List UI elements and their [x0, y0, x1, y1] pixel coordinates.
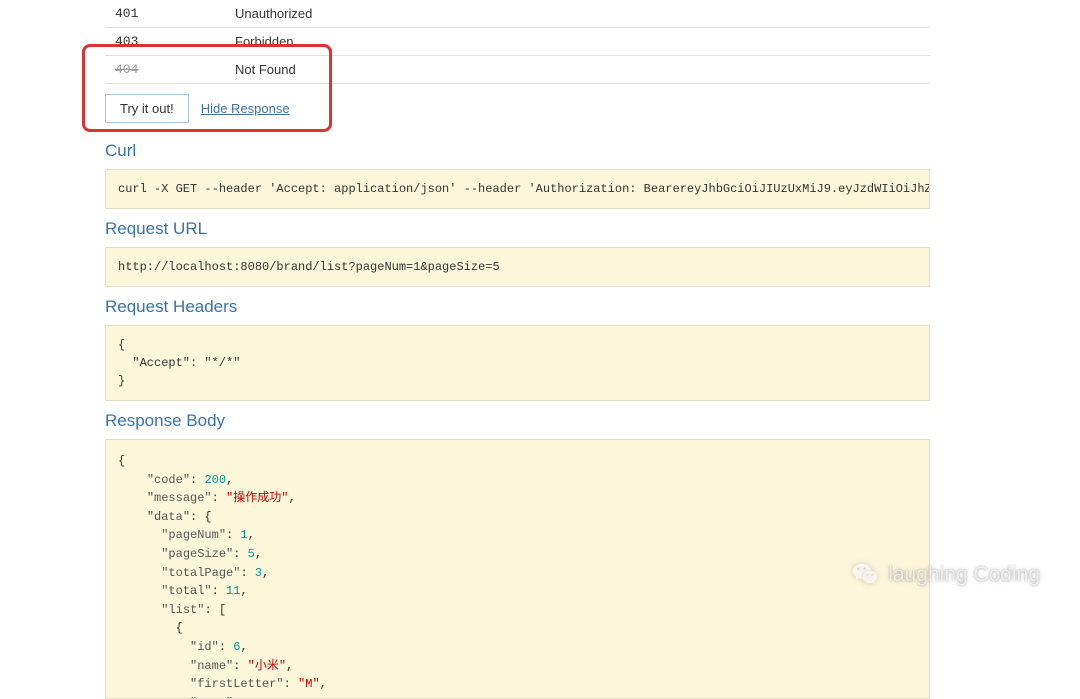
status-desc: Not Found — [225, 56, 930, 84]
actions-bar: Try it out! Hide Response — [105, 84, 930, 133]
status-row: 404 Not Found — [105, 56, 930, 84]
status-row: 401 Unauthorized — [105, 0, 930, 28]
try-it-out-button[interactable]: Try it out! — [105, 94, 189, 123]
status-row: 403 Forbidden — [105, 28, 930, 56]
request-headers-heading: Request Headers — [105, 297, 930, 317]
status-code: 404 — [105, 56, 225, 84]
status-codes-table: 401 Unauthorized 403 Forbidden 404 Not F… — [105, 0, 930, 84]
watermark-text: laughing Coding — [888, 563, 1040, 587]
watermark: laughing Coding — [850, 560, 1040, 590]
curl-heading: Curl — [105, 141, 930, 161]
request-url-block[interactable]: http://localhost:8080/brand/list?pageNum… — [105, 247, 930, 287]
request-headers-block[interactable]: { "Accept": "*/*" } — [105, 325, 930, 401]
status-code: 403 — [105, 28, 225, 56]
curl-command-text: curl -X GET --header 'Accept: applicatio… — [118, 182, 930, 196]
status-code: 401 — [105, 0, 225, 28]
hide-response-link[interactable]: Hide Response — [201, 101, 290, 116]
response-body-heading: Response Body — [105, 411, 930, 431]
request-url-heading: Request URL — [105, 219, 930, 239]
curl-code-block[interactable]: curl -X GET --header 'Accept: applicatio… — [105, 169, 930, 209]
main-container: 401 Unauthorized 403 Forbidden 404 Not F… — [0, 0, 1080, 699]
status-desc: Unauthorized — [225, 0, 930, 28]
response-body-block[interactable]: { "code": 200, "message": "操作成功", "data"… — [105, 439, 930, 699]
wechat-icon — [850, 560, 880, 590]
status-desc: Forbidden — [225, 28, 930, 56]
